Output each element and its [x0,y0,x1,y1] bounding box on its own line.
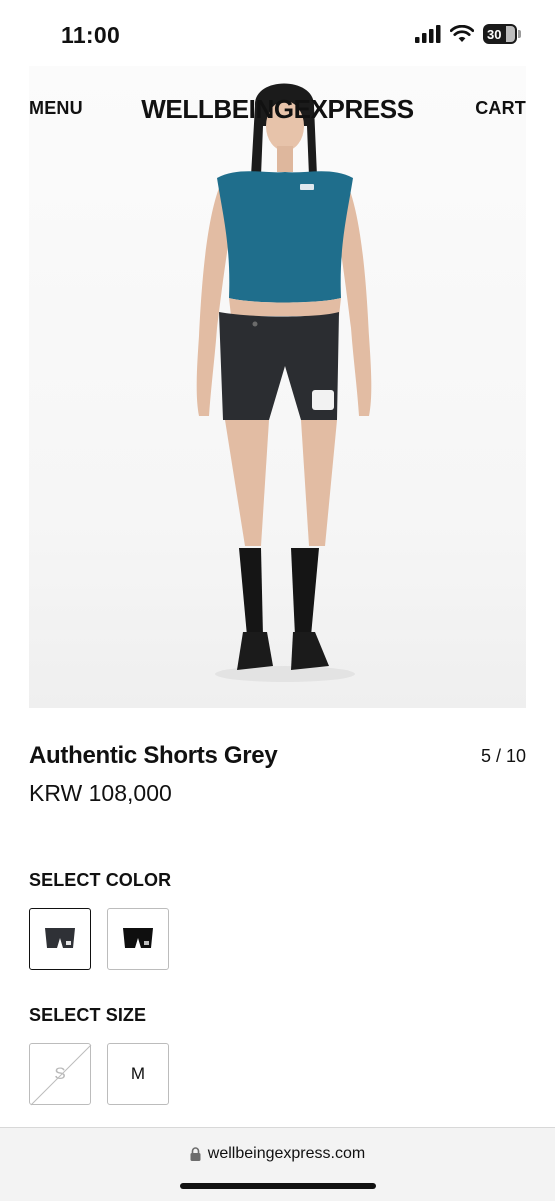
site-header: MENU WELLBEINGEXPRESS CART [0,94,555,126]
select-size-label: SELECT SIZE [29,1005,147,1025]
shorts-thumbnail-grey [45,928,75,948]
status-time: 11:00 [61,22,121,48]
url-container[interactable]: wellbeingexpress.com [0,1145,555,1163]
home-indicator[interactable] [180,1183,376,1189]
product-title: Authentic Shorts Grey [29,742,278,769]
status-icons: 30 [415,24,521,44]
size-option-m[interactable]: M [107,1043,169,1105]
select-color-label: SELECT COLOR [29,870,172,890]
lock-icon [190,1147,201,1161]
status-bar: 11:00 30 [0,0,555,66]
shorts-thumbnail-black [123,928,153,948]
browser-address-bar[interactable]: wellbeingexpress.com [0,1127,555,1201]
sold-out-strike-icon [30,1044,92,1106]
battery-icon: 30 [483,24,521,44]
brand-logo[interactable]: WELLBEINGEXPRESS [0,94,555,125]
size-option-s-unavailable[interactable]: S [29,1043,92,1106]
product-image[interactable] [29,66,526,708]
gallery-counter: 5 / 10 [480,746,526,766]
battery-level: 30 [487,26,502,42]
product-price: KRW 108,000 [29,780,172,806]
model-photo [196,83,372,682]
color-swatch-grey[interactable] [29,908,91,970]
cellular-signal-icon [415,25,441,43]
url-text[interactable]: wellbeingexpress.com [208,1145,365,1163]
size-label-m: M [130,1064,146,1083]
wifi-icon [450,25,474,42]
color-swatch-black[interactable] [107,908,169,970]
